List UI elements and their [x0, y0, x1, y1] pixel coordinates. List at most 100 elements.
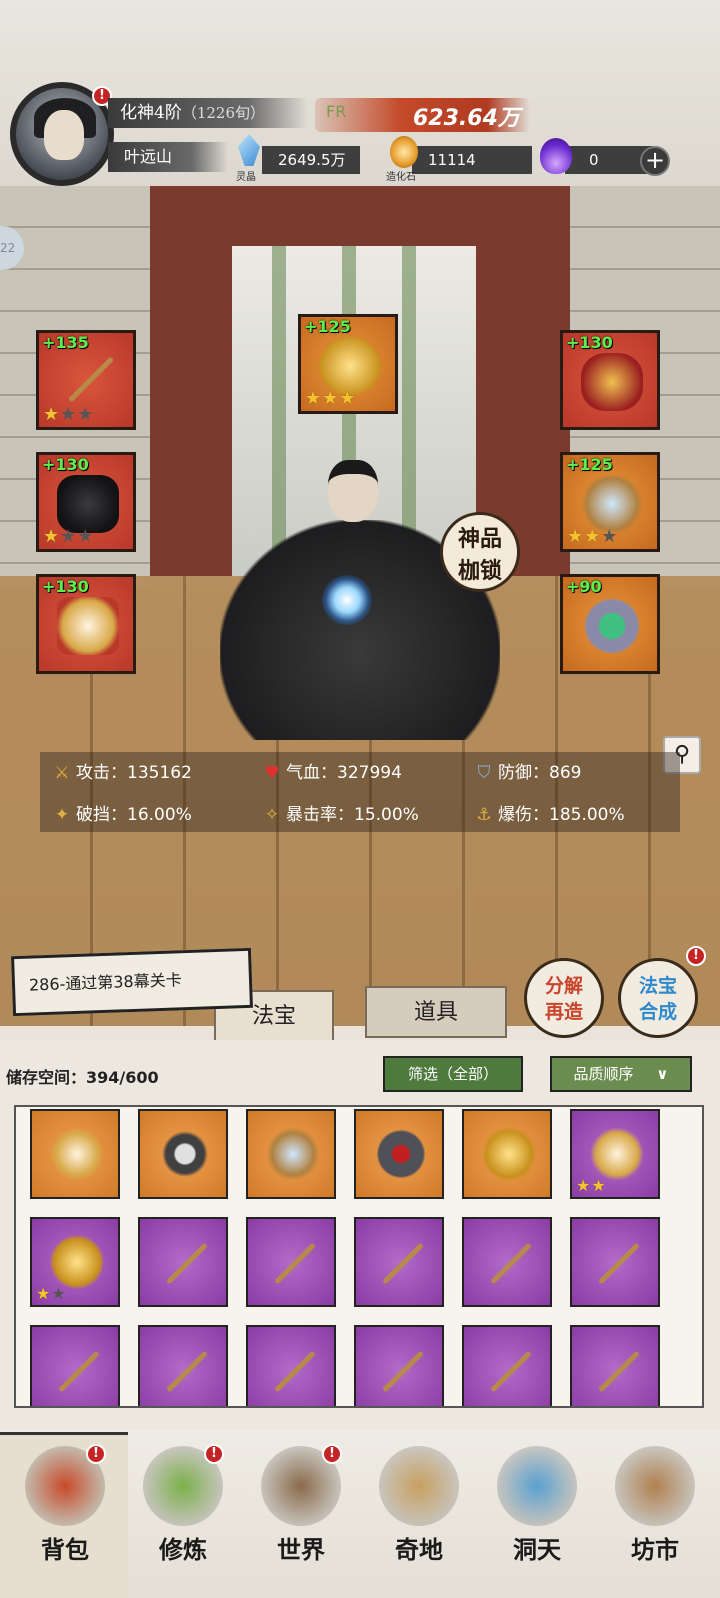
equip-slot-robe[interactable]: +130 ★★★: [36, 452, 136, 552]
equip-slot-weapon[interactable]: +135 ★★★: [36, 330, 136, 430]
nav-item-scroll-map[interactable]: 世界!: [246, 1440, 356, 1590]
resource-creation-stone: 11114: [412, 146, 532, 174]
inventory-item[interactable]: [462, 1109, 552, 1199]
equip-level: +130: [42, 455, 89, 474]
portal-icon: [497, 1446, 577, 1526]
combine-alert-badge: !: [686, 946, 706, 966]
chevron-down-icon: ∨: [656, 1065, 669, 1083]
hp-label: 气血：: [286, 763, 337, 783]
star-rating: ★★★: [43, 526, 95, 547]
equip-slot-amulet[interactable]: +125 ★★★: [560, 452, 660, 552]
realm-bar: 化神4阶（1226旬）: [108, 98, 308, 128]
filter-button[interactable]: 筛选（全部）: [383, 1056, 523, 1092]
inventory-item[interactable]: [30, 1325, 120, 1406]
stat-hp: ♥ 气血：327994: [262, 758, 402, 783]
staff-icon: [58, 1350, 100, 1393]
inventory-item[interactable]: [30, 1109, 120, 1199]
star-rating: ★★★: [567, 526, 619, 547]
inventory-item[interactable]: [138, 1325, 228, 1406]
star-rating: ★★: [576, 1176, 607, 1195]
decompose-line1: 分解: [544, 975, 583, 997]
crown-icon: [581, 353, 643, 411]
nav-alert-badge: !: [86, 1444, 106, 1464]
decompose-button[interactable]: 分解 再造: [524, 958, 604, 1038]
staff-icon: [490, 1242, 532, 1285]
staff-icon: [598, 1350, 640, 1393]
nav-item-backpack[interactable]: 背包!: [10, 1440, 120, 1590]
staff-icon: [382, 1242, 424, 1285]
break-icon: ✦: [54, 805, 70, 825]
combine-treasure-button[interactable]: 法宝 合成: [618, 958, 698, 1038]
equip-level: +90: [566, 577, 602, 596]
sort-dropdown[interactable]: 品质顺序 ∨: [550, 1056, 692, 1092]
inventory-item[interactable]: [138, 1217, 228, 1307]
equip-slot-talisman[interactable]: +125 ★★★: [298, 314, 398, 414]
defense-label: 防御：: [498, 763, 549, 783]
nav-label: 背包: [41, 1535, 89, 1564]
nav-label: 奇地: [395, 1535, 443, 1564]
staff-icon: [382, 1350, 424, 1393]
crit-damage-icon: ⚓: [476, 805, 492, 825]
golden-cloud-icon: [319, 337, 381, 395]
inventory-item[interactable]: [246, 1217, 336, 1307]
stat-break: ✦ 破挡：16.00%: [52, 800, 192, 825]
crit-icon: ✧: [264, 805, 280, 825]
equip-slot-boots[interactable]: +130: [36, 574, 136, 674]
stat-attack: ⚔ 攻击：135162: [52, 758, 192, 783]
spirit-crystal-icon: [238, 134, 266, 166]
resource-spirit-crystal: 2649.5万: [262, 146, 360, 174]
spirit-crystal-label: 灵晶: [236, 172, 256, 183]
inventory-grid[interactable]: ★★ ★★: [14, 1105, 704, 1408]
inventory-item[interactable]: ★★: [30, 1217, 120, 1307]
amulet-icon: [266, 1127, 320, 1181]
inventory-item[interactable]: [354, 1217, 444, 1307]
storage-capacity: 储存空间：394/600: [6, 1064, 159, 1088]
crit-damage-value: 185.00%: [549, 805, 625, 825]
shackle-line2: 枷锁: [457, 558, 502, 584]
nav-label: 修炼: [159, 1535, 207, 1564]
boots-icon: [57, 597, 119, 655]
combine-line2: 合成: [638, 1001, 677, 1023]
tab-items[interactable]: 道具: [365, 986, 507, 1038]
inventory-item[interactable]: [570, 1217, 660, 1307]
stat-crit-damage: ⚓ 爆伤：185.00%: [474, 800, 625, 825]
robe-icon: [57, 475, 119, 533]
stat-defense: ⛉ 防御：869: [474, 758, 582, 783]
inventory-item[interactable]: [246, 1325, 336, 1406]
ring-icon: [374, 1127, 428, 1181]
inventory-item[interactable]: [462, 1217, 552, 1307]
amulet-icon: [581, 475, 643, 533]
creation-stone-value: 11114: [428, 151, 476, 169]
inventory-item[interactable]: [138, 1109, 228, 1199]
add-resource-button[interactable]: +: [640, 146, 670, 176]
nav-alert-badge: !: [322, 1444, 342, 1464]
nav-item-lotus[interactable]: 修炼!: [128, 1440, 238, 1590]
inventory-item[interactable]: [354, 1325, 444, 1406]
divine-shackle-button[interactable]: 神品 枷锁: [440, 512, 520, 592]
equip-level: +130: [566, 333, 613, 352]
inventory-item[interactable]: [570, 1325, 660, 1406]
staff-icon: [166, 1242, 208, 1285]
sort-label: 品质顺序: [573, 1065, 634, 1083]
nav-item-portal[interactable]: 洞天: [482, 1440, 592, 1590]
nav-item-floating-island[interactable]: 奇地: [364, 1440, 474, 1590]
staff-icon: [274, 1242, 316, 1285]
storage-label: 储存空间：: [6, 1068, 87, 1087]
inventory-item[interactable]: [354, 1109, 444, 1199]
inventory-item[interactable]: [462, 1325, 552, 1406]
inventory-item[interactable]: [246, 1109, 336, 1199]
hp-value: 327994: [337, 763, 402, 783]
break-value: 16.00%: [127, 805, 192, 825]
star-rating: ★★: [36, 1284, 67, 1303]
equip-slot-ring[interactable]: +90: [560, 574, 660, 674]
spirit-crystal-value: 2649.5万: [278, 151, 346, 169]
nav-item-market-stall[interactable]: 坊市: [600, 1440, 710, 1590]
shackle-line1: 神品: [457, 526, 502, 552]
equip-slot-headgear[interactable]: +130: [560, 330, 660, 430]
inventory-item[interactable]: ★★: [570, 1109, 660, 1199]
staff-icon: [490, 1350, 532, 1393]
break-label: 破挡：: [76, 805, 127, 825]
decompose-line2: 再造: [544, 1001, 583, 1023]
nav-label: 世界: [277, 1535, 325, 1564]
quest-banner[interactable]: 286-通过第38幕关卡: [11, 947, 253, 1017]
